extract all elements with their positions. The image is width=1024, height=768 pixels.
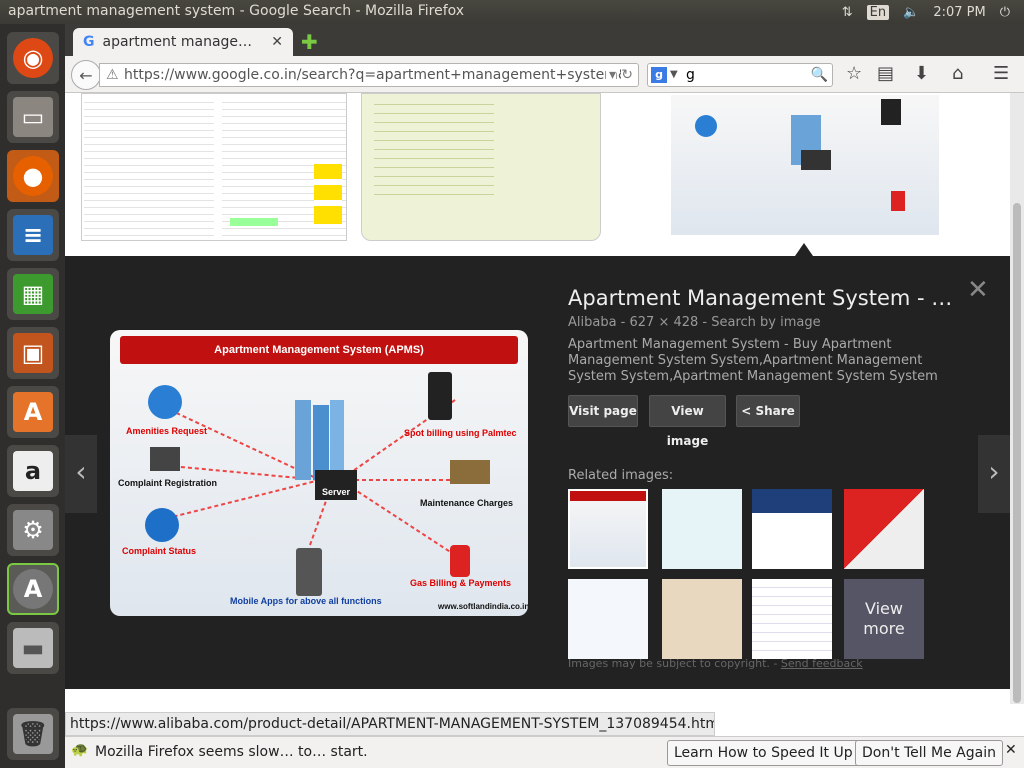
share-button[interactable]: < Share (736, 395, 800, 427)
related-image[interactable] (568, 579, 648, 659)
preview-description: Apartment Management System - Buy Apartm… (568, 337, 938, 384)
previous-arrow-icon[interactable]: ‹ (65, 435, 97, 513)
vertical-scrollbar[interactable] (1010, 93, 1024, 704)
maintenance-label: Maintenance Charges (420, 498, 514, 508)
power-icon[interactable]: ⏻ (1000, 5, 1010, 20)
panel-pointer (795, 243, 813, 256)
view-more-tile[interactable]: View more (844, 579, 924, 659)
system-tray: ⇅ En 🔈 2:07 PM ⏻ (842, 0, 1024, 24)
disk-icon[interactable]: ▬ (7, 622, 59, 674)
image-results-row (65, 93, 1010, 256)
home-icon[interactable]: ⌂ (952, 63, 963, 84)
spot-billing-label: Spot billing using Palmtec (404, 428, 517, 438)
search-icon[interactable]: 🔍 (811, 64, 828, 86)
server-label: Server (320, 487, 353, 497)
related-image[interactable] (568, 489, 648, 569)
next-arrow-icon[interactable]: › (978, 435, 1010, 513)
site-label: www.softlandindia.co.in (438, 602, 528, 611)
clock[interactable]: 2:07 PM (933, 5, 985, 20)
update-icon[interactable]: A (7, 563, 59, 615)
result-thumbnail[interactable] (361, 93, 601, 241)
amazon-icon[interactable]: a (7, 445, 59, 497)
related-images-label: Related images: (568, 468, 674, 483)
image-preview-panel: ‹ › Apartment Management System (APMS) A… (65, 256, 1010, 689)
reload-icon[interactable]: ↻ (621, 64, 633, 86)
network-icon[interactable]: ⇅ (842, 5, 853, 20)
tab-google-search[interactable]: G apartment manage… ✕ (73, 28, 293, 56)
close-tab-icon[interactable]: ✕ (271, 34, 283, 50)
download-icon[interactable]: ⬇ (914, 63, 929, 84)
result-thumbnail[interactable] (81, 93, 347, 241)
warning-icon[interactable]: ⚠ (106, 64, 119, 86)
url-bar[interactable]: ⚠ https://www.google.co.in/search?q=apar… (99, 63, 639, 87)
new-tab-icon[interactable]: ✚ (301, 30, 318, 54)
bookmark-star-icon[interactable]: ☆ (846, 63, 862, 84)
tab-bar: G apartment manage… ✕ ✚ (65, 24, 1024, 56)
writer-icon[interactable]: ≡ (7, 209, 59, 261)
page-content: ‹ › Apartment Management System (APMS) A… (65, 93, 1010, 704)
search-engine-icon[interactable]: g (651, 67, 667, 83)
copyright-text: Images may be subject to copyright. (568, 657, 770, 670)
related-image[interactable] (662, 489, 742, 569)
learn-speed-button[interactable]: Learn How to Speed It Up (667, 740, 860, 766)
back-button[interactable]: ← (71, 60, 101, 90)
search-value: g (686, 67, 695, 83)
menu-icon[interactable]: ☰ (993, 63, 1009, 84)
close-notification-icon[interactable]: ✕ (1005, 742, 1017, 758)
turtle-icon: 🐢 (71, 742, 89, 758)
dont-tell-button[interactable]: Don't Tell Me Again (855, 740, 1003, 766)
top-panel: apartment management system - Google Sea… (0, 0, 1024, 24)
software-center-icon[interactable]: A (7, 386, 59, 438)
close-panel-icon[interactable]: ✕ (967, 275, 989, 305)
impress-icon[interactable]: ▣ (7, 327, 59, 379)
related-image[interactable] (662, 579, 742, 659)
network-diagram (145, 372, 490, 596)
share-icon: < (741, 404, 756, 418)
url-dropdown-icon[interactable]: ▾ (605, 64, 616, 86)
window-title: apartment management system - Google Sea… (8, 3, 465, 19)
ubuntu-dash-icon[interactable]: ◉ (7, 32, 59, 84)
google-favicon-icon: G (83, 34, 95, 50)
calc-icon[interactable]: ▦ (7, 268, 59, 320)
keyboard-layout-indicator[interactable]: En (866, 4, 890, 20)
url-text: https://www.google.co.in/search?q=apartm… (124, 67, 633, 83)
search-box[interactable]: g ▼ g 🔍 (647, 63, 833, 87)
preview-image[interactable]: Apartment Management System (APMS) Ameni… (110, 330, 528, 616)
volume-icon[interactable]: 🔈 (903, 5, 919, 20)
preview-title[interactable]: Apartment Management System - Bu… (568, 286, 958, 310)
notification-bar: 🐢 Mozilla Firefox seems slow… to… start.… (65, 736, 1024, 768)
complaint-registration-label: Complaint Registration (118, 478, 218, 488)
result-thumbnail-selected[interactable] (669, 93, 941, 237)
gas-billing-label: Gas Billing & Payments (410, 578, 512, 588)
related-image[interactable] (752, 489, 832, 569)
reading-list-icon[interactable]: ▤ (877, 63, 894, 84)
complaint-status-label: Complaint Status (122, 546, 197, 556)
amenities-label: Amenities Request (126, 426, 208, 436)
related-image[interactable] (844, 489, 924, 569)
share-label: Share (755, 404, 795, 418)
trash-icon[interactable]: 🗑 (7, 708, 59, 760)
preview-subtitle[interactable]: Alibaba - 627 × 428 - Search by image (568, 315, 821, 330)
visit-page-button[interactable]: Visit page (568, 395, 638, 427)
unity-launcher: ◉ ▭ ● ≡ ▦ ▣ A a ⚙ A ▬ 🗑 (0, 24, 65, 768)
copyright-note: Images may be subject to copyright. - Se… (568, 657, 863, 670)
navigation-toolbar: ← ⚠ https://www.google.co.in/search?q=ap… (65, 56, 1024, 93)
settings-icon[interactable]: ⚙ (7, 504, 59, 556)
files-icon[interactable]: ▭ (7, 91, 59, 143)
view-image-button[interactable]: View image (649, 395, 726, 448)
related-image[interactable] (752, 579, 832, 659)
mobile-apps-label: Mobile Apps for above all functions (230, 596, 382, 606)
firefox-window: G apartment manage… ✕ ✚ ← ⚠ https://www.… (65, 24, 1024, 768)
tab-title: apartment manage… (102, 34, 253, 50)
scrollbar-thumb[interactable] (1013, 203, 1021, 703)
status-url: https://www.alibaba.com/product-detail/A… (65, 712, 715, 736)
firefox-icon[interactable]: ● (7, 150, 59, 202)
engine-dropdown-icon[interactable]: ▼ (670, 64, 678, 86)
send-feedback-link[interactable]: Send feedback (781, 657, 863, 670)
notification-message: Mozilla Firefox seems slow… to… start. (95, 744, 368, 760)
